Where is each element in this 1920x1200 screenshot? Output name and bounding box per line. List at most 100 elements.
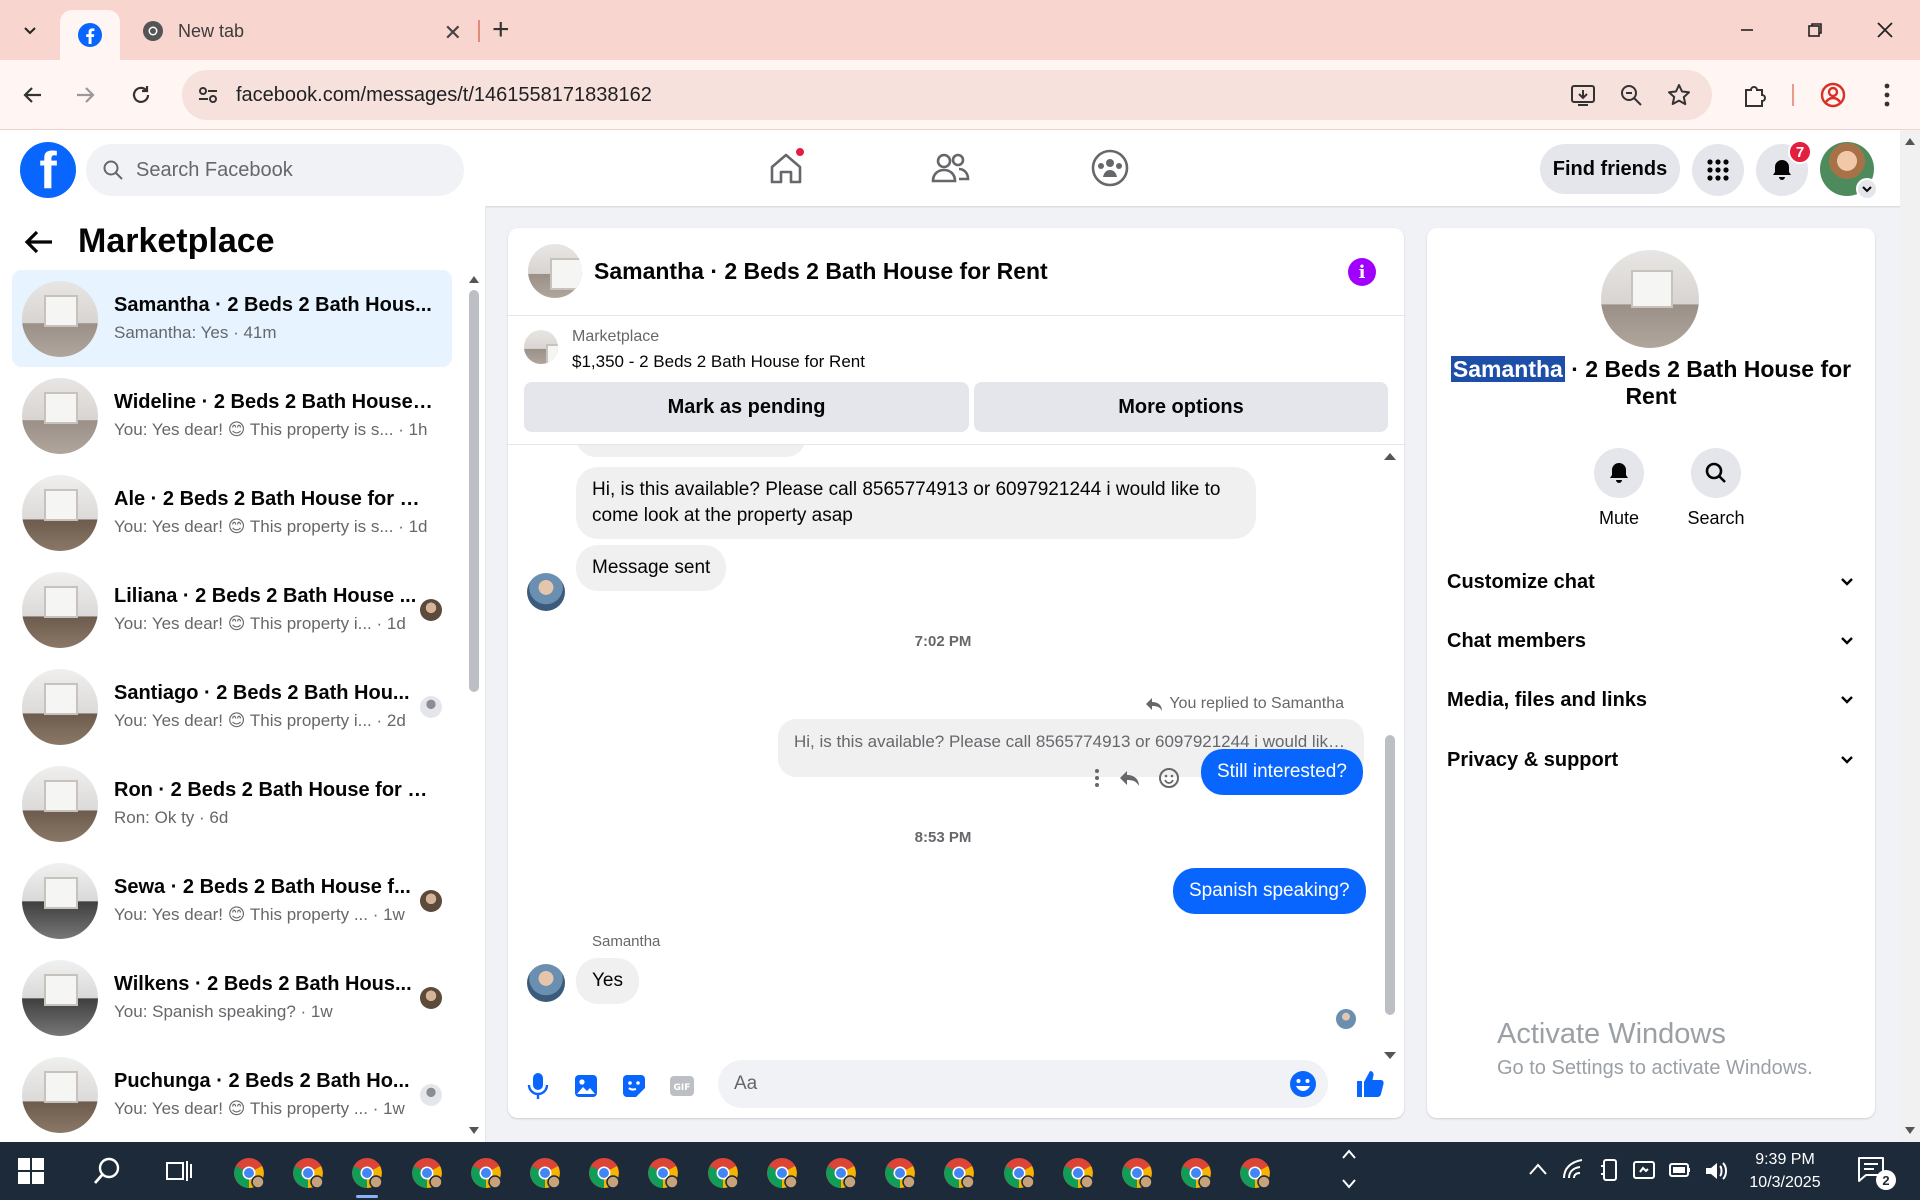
minimize-button[interactable] — [1724, 10, 1770, 50]
facebook-logo[interactable]: f — [20, 142, 76, 198]
taskbar-chrome-icon[interactable] — [1118, 1154, 1156, 1192]
nav-groups[interactable] — [1078, 142, 1142, 194]
wifi-icon[interactable] — [1562, 1158, 1586, 1180]
conversation-item[interactable]: Wilkens · 2 Beds 2 Bath Hous... You: Spa… — [12, 949, 452, 1046]
scroll-up-icon[interactable] — [1904, 136, 1916, 146]
conversation-item[interactable]: Puchunga · 2 Beds 2 Bath Ho... You: Yes … — [12, 1046, 452, 1142]
install-app-icon[interactable] — [1570, 82, 1596, 108]
taskbar-chrome-icon[interactable] — [644, 1154, 682, 1192]
mark-as-pending-button[interactable]: Mark as pending — [524, 382, 969, 432]
attach-photo-button[interactable] — [572, 1072, 600, 1100]
section-media-files-links[interactable]: Media, files and links — [1447, 680, 1855, 720]
conversation-item[interactable]: Wideline · 2 Beds 2 Bath House ... You: … — [12, 367, 452, 464]
mute-button[interactable]: Mute — [1579, 448, 1659, 529]
scroll-up-icon[interactable] — [468, 274, 480, 284]
sidebar-scrollbar[interactable] — [466, 270, 482, 1134]
taskbar-chrome-icon[interactable] — [230, 1154, 268, 1192]
new-tab-button[interactable]: + — [492, 12, 510, 48]
message-bubble-incoming[interactable]: Message sent — [576, 545, 727, 591]
reload-button[interactable] — [122, 76, 160, 114]
task-view-button[interactable] — [162, 1154, 196, 1188]
conversation-item[interactable]: Liliana · 2 Beds 2 Bath House ... You: Y… — [12, 561, 452, 658]
address-bar[interactable]: facebook.com/messages/t/1461558171838162 — [182, 70, 1712, 120]
nav-home[interactable] — [754, 142, 818, 194]
section-chat-members[interactable]: Chat members — [1447, 621, 1855, 661]
notification-center-button[interactable]: 2 — [1856, 1154, 1896, 1190]
start-button[interactable] — [18, 1158, 44, 1184]
more-actions-icon[interactable] — [1094, 768, 1100, 788]
conversation-item[interactable]: Ale · 2 Beds 2 Bath House for Re... You:… — [12, 464, 452, 561]
search-in-conversation-button[interactable]: Search — [1676, 448, 1756, 529]
close-window-button[interactable] — [1862, 10, 1908, 50]
message-bubble-outgoing[interactable]: Spanish speaking? — [1173, 868, 1366, 914]
account-avatar[interactable] — [1820, 142, 1878, 200]
close-tab-icon[interactable]: ✕ — [444, 20, 462, 46]
taskbar-chrome-icon[interactable] — [940, 1154, 978, 1192]
back-arrow-icon[interactable] — [24, 229, 54, 255]
volume-icon[interactable] — [1704, 1160, 1728, 1182]
chat-avatar[interactable] — [528, 244, 582, 298]
taskbar-scroll-up-icon[interactable] — [1342, 1148, 1356, 1160]
react-emoji-icon[interactable] — [1158, 767, 1180, 789]
gif-button[interactable]: GIF — [668, 1072, 696, 1100]
taskbar-chrome-icon[interactable] — [1236, 1154, 1274, 1192]
section-customize-chat[interactable]: Customize chat — [1447, 562, 1855, 602]
taskbar-chrome-icon[interactable] — [467, 1154, 505, 1192]
scroll-down-icon[interactable] — [468, 1126, 480, 1136]
restore-button[interactable] — [1792, 10, 1838, 50]
conversation-info-icon[interactable]: i — [1348, 258, 1376, 286]
conversation-item[interactable]: Sewa · 2 Beds 2 Bath House f... You: Yes… — [12, 852, 452, 949]
zoom-icon[interactable] — [1618, 82, 1644, 108]
reply-icon[interactable] — [1118, 768, 1140, 788]
taskbar-chrome-icon[interactable] — [1177, 1154, 1215, 1192]
taskbar-chrome-icon[interactable] — [526, 1154, 564, 1192]
tab-new-tab[interactable]: New tab ✕ — [132, 12, 472, 50]
forward-button[interactable] — [66, 76, 104, 114]
sender-avatar[interactable] — [527, 964, 565, 1002]
search-facebook-input[interactable]: Search Facebook — [86, 144, 464, 196]
message-bubble-incoming[interactable]: Yes — [576, 958, 639, 1004]
taskbar-chrome-icon[interactable] — [881, 1154, 919, 1192]
screen-capture-icon[interactable] — [1632, 1158, 1656, 1182]
taskbar-chrome-icon[interactable] — [585, 1154, 623, 1192]
taskbar-chrome-icon[interactable] — [1059, 1154, 1097, 1192]
message-input[interactable]: Aa — [718, 1060, 1328, 1108]
battery-icon[interactable] — [1668, 1160, 1692, 1180]
chat-title[interactable]: Samantha · 2 Beds 2 Bath House for Rent — [594, 258, 1048, 285]
scrollbar-thumb[interactable] — [1385, 735, 1395, 1015]
taskbar-chrome-icon[interactable] — [408, 1154, 446, 1192]
voice-clip-button[interactable] — [524, 1072, 552, 1100]
message-bubble-incoming[interactable]: Hi, is this available? Please call 85657… — [576, 467, 1256, 539]
taskbar-chrome-icon[interactable] — [1000, 1154, 1038, 1192]
account-chevron[interactable] — [1856, 178, 1878, 200]
taskbar-chrome-icon[interactable] — [348, 1154, 386, 1198]
show-hidden-icons[interactable] — [1528, 1162, 1548, 1176]
conversation-item[interactable]: Samantha · 2 Beds 2 Bath Hous... Samanth… — [12, 270, 452, 367]
scrollbar-thumb[interactable] — [469, 290, 479, 692]
tab-facebook[interactable] — [60, 10, 120, 60]
taskbar-chrome-icon[interactable] — [763, 1154, 801, 1192]
phone-link-icon[interactable] — [1600, 1158, 1620, 1182]
conversation-item[interactable]: Ron · 2 Beds 2 Bath House for R... Ron: … — [12, 755, 452, 852]
taskbar-search-button[interactable] — [90, 1154, 124, 1188]
extensions-button[interactable] — [1736, 76, 1774, 114]
more-options-button[interactable]: More options — [974, 382, 1388, 432]
taskbar-chrome-icon[interactable] — [289, 1154, 327, 1192]
site-settings-icon[interactable] — [196, 83, 220, 107]
find-friends-button[interactable]: Find friends — [1540, 144, 1680, 194]
taskbar-scroll-down-icon[interactable] — [1342, 1178, 1356, 1190]
marketplace-listing-banner[interactable]: Marketplace $1,350 - 2 Beds 2 Bath House… — [508, 316, 1404, 382]
listing-avatar[interactable] — [1601, 250, 1699, 348]
page-scrollbar[interactable] — [1900, 130, 1920, 1142]
chat-scrollbar[interactable] — [1380, 445, 1400, 1059]
url-text[interactable]: facebook.com/messages/t/1461558171838162 — [236, 84, 652, 107]
conversation-item[interactable]: Santiago · 2 Beds 2 Bath Hou... You: Yes… — [12, 658, 452, 755]
sticker-button[interactable] — [620, 1072, 648, 1100]
taskbar-chrome-icon[interactable] — [704, 1154, 742, 1192]
sender-avatar[interactable] — [527, 573, 565, 611]
taskbar-chrome-icon[interactable] — [822, 1154, 860, 1192]
tab-search-button[interactable] — [14, 14, 46, 46]
section-privacy-support[interactable]: Privacy & support — [1447, 740, 1855, 780]
scroll-down-icon[interactable] — [1904, 1126, 1916, 1136]
scroll-up-icon[interactable] — [1383, 451, 1397, 461]
